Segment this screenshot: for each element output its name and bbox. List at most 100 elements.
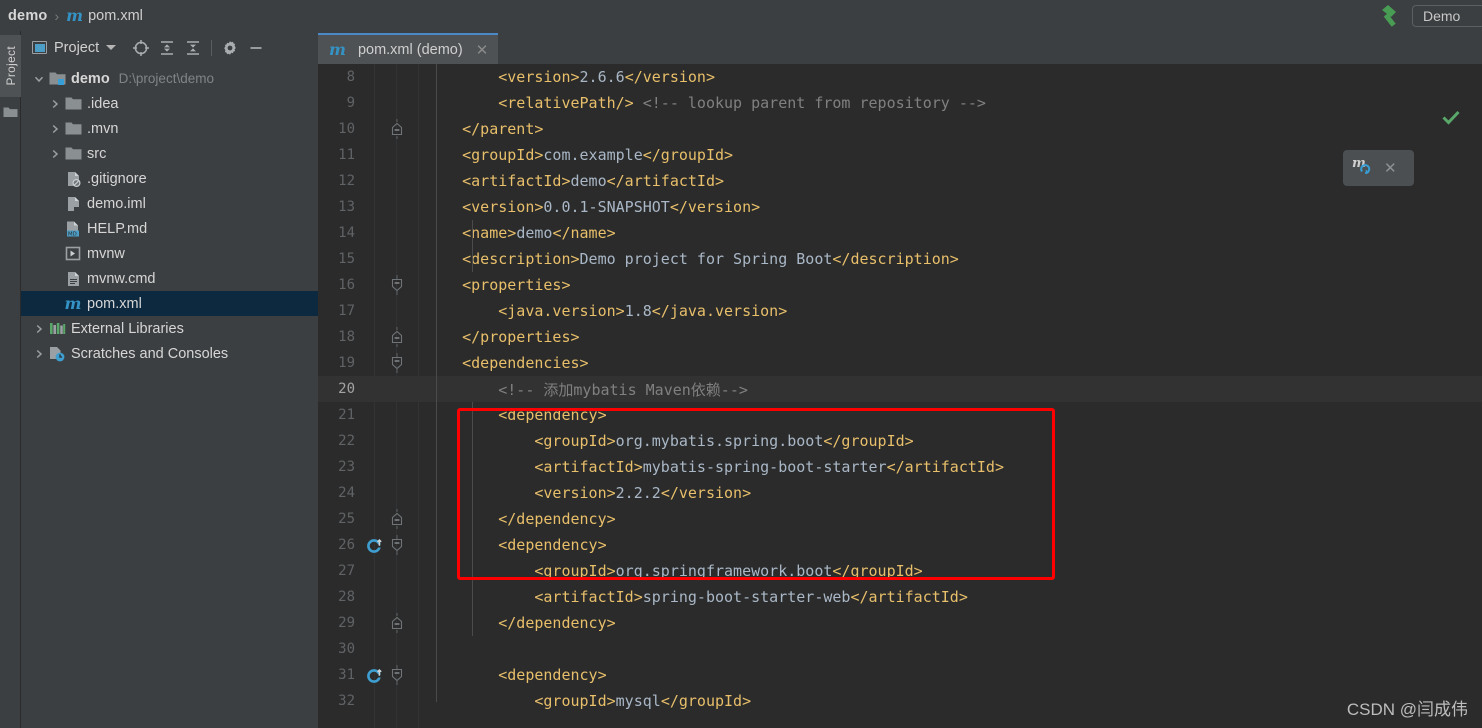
tree-item-label: External Libraries <box>71 320 184 337</box>
code-line[interactable]: 12 <artifactId>demo</artifactId> <box>318 168 1482 194</box>
collapse-all-icon[interactable] <box>180 35 206 61</box>
code-line[interactable]: 29 </dependency> <box>318 610 1482 636</box>
fold-marker-start[interactable] <box>386 275 408 295</box>
project-panel-title[interactable]: Project <box>32 40 117 56</box>
code-tag: <artifactId> <box>534 458 643 476</box>
code-text: <properties> <box>408 276 570 294</box>
code-line[interactable]: 32 <groupId>mysql</groupId> <box>318 688 1482 714</box>
tree-item--gitignore[interactable]: .gitignore <box>21 166 318 191</box>
code-value: 2.6.6 <box>579 68 625 86</box>
code-text: <groupId>com.example</groupId> <box>408 146 733 164</box>
code-editor[interactable]: 8 <version>2.6.6</version> 9 <relativePat… <box>318 64 1482 728</box>
code-tag: <relativePath/> <box>498 94 634 112</box>
code-tag: <groupId> <box>534 432 616 450</box>
chevron-down-icon[interactable] <box>31 73 47 85</box>
tree-item-mvnw[interactable]: mvnw <box>21 241 318 266</box>
run-configuration-selector[interactable]: Demo <box>1412 4 1482 27</box>
close-icon[interactable]: ✕ <box>476 41 489 59</box>
code-line[interactable]: 31 <dependency> <box>318 662 1482 688</box>
fold-marker-end[interactable] <box>386 327 408 347</box>
code-line[interactable]: 15 <description>Demo project for Spring … <box>318 246 1482 272</box>
tool-tab-project[interactable]: Project <box>0 35 21 97</box>
minimize-icon[interactable] <box>243 35 269 61</box>
code-tag: <name> <box>462 224 517 242</box>
code-line[interactable]: 28 <artifactId>spring-boot-starter-web</… <box>318 584 1482 610</box>
folder-icon[interactable] <box>3 105 18 123</box>
tree-item-demo-iml[interactable]: demo.iml <box>21 191 318 216</box>
code-line[interactable]: 11 <groupId>com.example</groupId> <box>318 142 1482 168</box>
indent-guide <box>472 402 473 566</box>
fold-marker-start[interactable] <box>386 665 408 685</box>
code-value: Demo project for Spring Boot <box>579 250 833 268</box>
maven-dependency-icon[interactable] <box>364 537 386 553</box>
code-tag: </artifactId> <box>886 458 1004 476</box>
code-value: 0.0.1-SNAPSHOT <box>543 198 670 216</box>
green-check-icon[interactable] <box>1442 110 1460 130</box>
code-line[interactable]: 16 <properties> <box>318 272 1482 298</box>
code-value: demo <box>516 224 553 242</box>
locate-target-icon[interactable] <box>128 35 154 61</box>
code-line[interactable]: 14 <name>demo</name> <box>318 220 1482 246</box>
chevron-right-icon[interactable] <box>47 98 63 110</box>
tree-item--idea[interactable]: .idea <box>21 91 318 116</box>
chevron-right-icon[interactable] <box>47 148 63 160</box>
tree-item-mvnw-cmd[interactable]: mvnw.cmd <box>21 266 318 291</box>
tree-item-label: pom.xml <box>87 295 142 312</box>
editor-tab-pom-xml[interactable]: m pom.xml (demo) ✕ <box>318 33 499 64</box>
fold-marker-start[interactable] <box>386 535 408 555</box>
code-text: <relativePath/> <!-- lookup parent from … <box>408 94 986 112</box>
code-tag: <java.version> <box>498 302 625 320</box>
code-line[interactable]: 10 </parent> <box>318 116 1482 142</box>
chevron-right-icon[interactable] <box>47 123 63 135</box>
fold-marker-end[interactable] <box>386 509 408 529</box>
code-tag: <version> <box>462 198 544 216</box>
code-line[interactable]: 24 <version>2.2.2</version> <box>318 480 1482 506</box>
code-line[interactable]: 9 <relativePath/> <!-- lookup parent fro… <box>318 90 1482 116</box>
tree-item-pom-xml[interactable]: m pom.xml <box>21 291 318 316</box>
tool-window-strip: Project <box>0 31 21 728</box>
tree-item-help-md[interactable]: MD HELP.md <box>21 216 318 241</box>
tree-item-demo[interactable]: demo D:\project\demo <box>21 66 318 91</box>
fold-marker-end[interactable] <box>386 119 408 139</box>
fold-marker-start[interactable] <box>386 353 408 373</box>
chevron-right-icon[interactable] <box>31 323 47 335</box>
tree-item-external-libraries[interactable]: External Libraries <box>21 316 318 341</box>
maven-m-icon: m <box>329 40 346 59</box>
fold-marker-end[interactable] <box>386 613 408 633</box>
project-tree: demo D:\project\demo .idea .mvn src .gitignor… <box>21 64 318 366</box>
breadcrumb-file[interactable]: pom.xml <box>88 8 143 24</box>
code-line[interactable]: 27 <groupId>org.springframework.boot</gr… <box>318 558 1482 584</box>
code-line[interactable]: 25 </dependency> <box>318 506 1482 532</box>
code-line[interactable]: 20 <!-- 添加mybatis Maven依赖--> <box>318 376 1482 402</box>
code-text: </dependency> <box>408 614 615 632</box>
chevron-down-icon[interactable] <box>106 45 117 50</box>
code-line[interactable]: 30 <box>318 636 1482 662</box>
code-tag: </version> <box>624 68 715 86</box>
close-icon[interactable]: ✕ <box>1384 159 1397 177</box>
code-line[interactable]: 8 <version>2.6.6</version> <box>318 64 1482 90</box>
maven-reload-icon[interactable]: m <box>1351 154 1375 183</box>
code-line[interactable]: 23 <artifactId>mybatis-spring-boot-start… <box>318 454 1482 480</box>
tree-item-src[interactable]: src <box>21 141 318 166</box>
code-line[interactable]: 22 <groupId>org.mybatis.spring.boot</gro… <box>318 428 1482 454</box>
hammer-icon[interactable] <box>1376 3 1404 29</box>
maven-m-icon: m <box>66 6 84 25</box>
code-line[interactable]: 18 </properties> <box>318 324 1482 350</box>
tree-item--mvn[interactable]: .mvn <box>21 116 318 141</box>
code-tag: <groupId> <box>462 146 544 164</box>
code-line[interactable]: 19 <dependencies> <box>318 350 1482 376</box>
tree-item-scratches-and-consoles[interactable]: Scratches and Consoles <box>21 341 318 366</box>
breadcrumb-project[interactable]: demo <box>8 8 47 24</box>
code-line[interactable]: 17 <java.version>1.8</java.version> <box>318 298 1482 324</box>
gear-icon[interactable] <box>217 35 243 61</box>
expand-all-icon[interactable] <box>154 35 180 61</box>
line-number: 18 <box>338 329 355 345</box>
maven-dependency-icon[interactable] <box>364 667 386 683</box>
code-line[interactable]: 21 <dependency> <box>318 402 1482 428</box>
code-tag: <groupId> <box>534 692 616 710</box>
line-number: 23 <box>338 459 355 475</box>
code-line[interactable]: 13 <version>0.0.1-SNAPSHOT</version> <box>318 194 1482 220</box>
code-line[interactable]: 26 <dependency> <box>318 532 1482 558</box>
maven-reload-popup[interactable]: m ✕ <box>1343 150 1414 186</box>
chevron-right-icon[interactable] <box>31 348 47 360</box>
